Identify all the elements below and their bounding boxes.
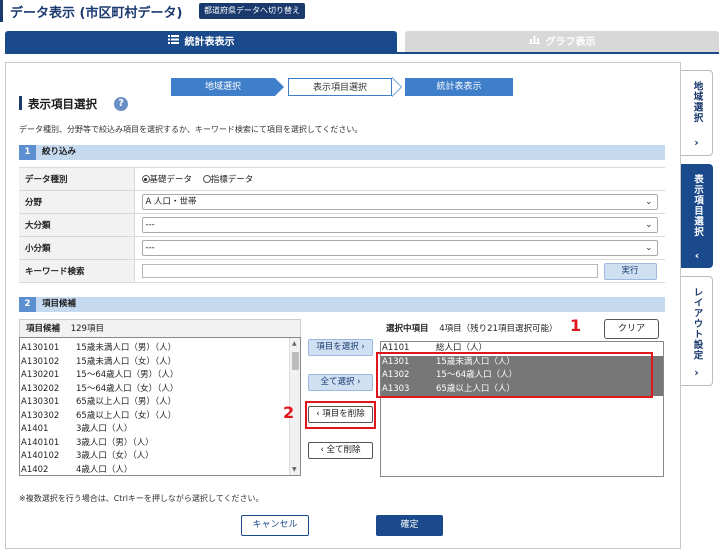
minor-category-select[interactable]: --- ⌄ — [141, 240, 658, 256]
side-tab-region[interactable]: 地域選択 › — [681, 70, 713, 156]
major-category-label: 大分類 — [19, 213, 135, 237]
side-tab-layout[interactable]: レイアウト設定 › — [681, 276, 713, 386]
section-description: データ種別、分野等で絞込み項目を選択するか、キーワード検索にて項目を選択してくだ… — [19, 125, 363, 134]
remove-all-button[interactable]: ‹ 全て削除 — [308, 442, 373, 459]
scroll-thumb[interactable] — [292, 352, 299, 370]
major-category-select[interactable]: --- ⌄ — [141, 217, 658, 233]
add-item-button[interactable]: 項目を選択 › — [308, 339, 373, 356]
chevron-down-icon: ⌄ — [644, 197, 653, 207]
list-item[interactable]: A1401 3歳人口（人） — [20, 423, 300, 437]
chevron-right-icon: › — [694, 366, 699, 379]
list-item[interactable]: A140101 3歳人口（男）（人） — [20, 437, 300, 451]
step-arrow — [275, 78, 284, 96]
data-type-options: 基礎データ 指標データ — [134, 167, 665, 191]
filter-title: 絞り込み — [42, 147, 77, 157]
title-accent-bar — [0, 0, 3, 22]
list-icon — [167, 31, 179, 53]
candidate-count: 129項目 — [70, 324, 104, 334]
candidates-title: 項目候補 — [42, 299, 77, 309]
scroll-down-icon[interactable]: ▼ — [292, 466, 297, 473]
page-title: データ表示 (市区町村データ) — [10, 6, 183, 21]
candidates-header: 2 項目候補 — [19, 297, 665, 312]
radio-basic[interactable] — [141, 175, 150, 183]
section-title: 表示項目選択 — [28, 97, 97, 111]
selected-list-title: 選択中項目 — [386, 324, 429, 334]
step-region: 地域選択 — [171, 78, 275, 96]
tab-graph[interactable]: グラフ表示 — [405, 31, 719, 53]
bar-chart-icon — [528, 31, 540, 53]
minor-category-label: 小分類 — [19, 236, 135, 260]
switch-prefecture-button[interactable]: 都道府県データへ切り替え — [199, 3, 305, 19]
tab-table[interactable]: 統計表表示 — [5, 31, 397, 53]
list-item[interactable]: A130301 65歳以上人口（男）（人） — [20, 396, 300, 410]
chevron-down-icon: ⌄ — [644, 243, 653, 253]
side-tab-region-label: 地域選択 — [691, 81, 703, 123]
cancel-button[interactable]: キャンセル — [241, 515, 309, 536]
chevron-down-icon: ⌄ — [644, 220, 653, 230]
highlight-selected-items — [376, 352, 653, 398]
radio-index[interactable] — [202, 175, 211, 183]
candidate-list-title: 項目候補 — [26, 324, 61, 334]
keyword-input[interactable] — [141, 264, 598, 278]
keyword-label: キーワード検索 — [19, 259, 135, 283]
candidate-list[interactable]: A130101 15歳未満人口（男）（人） A130102 15歳未満人口（女）（人… — [19, 337, 301, 476]
tab-underline — [5, 52, 719, 54]
major-select-value: --- — [145, 220, 155, 230]
minor-select-value: --- — [145, 243, 155, 253]
list-item[interactable]: A140102 3歳人口（女）（人） — [20, 450, 300, 464]
filter-number: 1 — [19, 145, 36, 160]
data-type-label: データ種別 — [19, 167, 135, 191]
tab-table-label: 統計表表示 — [184, 37, 235, 48]
step-table: 統計表表示 — [405, 78, 513, 96]
list-item[interactable]: A130102 15歳未満人口（女）（人） — [20, 356, 300, 370]
clear-button[interactable]: クリア — [604, 319, 659, 339]
field-select-value: A 人口・世帯 — [145, 197, 197, 207]
list-item[interactable]: A1402 4歳人口（人） — [20, 464, 300, 476]
list-item[interactable]: A130302 65歳以上人口（女）（人） — [20, 410, 300, 424]
footer-note: ※複数選択を行う場合は、Ctrlキーを押しながら選択してください。 — [19, 494, 264, 503]
radio-index-label[interactable]: 指標データ — [211, 175, 254, 185]
chevron-left-icon: ‹ — [694, 249, 700, 262]
add-all-button[interactable]: 全て選択 › — [308, 374, 373, 391]
filter-table: データ種別 基礎データ 指標データ 分野 A 人口・世帯 ⌄ 大分類 --- ⌄… — [19, 167, 665, 283]
section-accent-bar — [19, 96, 22, 110]
field-label: 分野 — [19, 190, 135, 214]
field-select[interactable]: A 人口・世帯 ⌄ — [141, 194, 658, 210]
list-item[interactable]: A130101 15歳未満人口（男）（人） — [20, 342, 300, 356]
execute-button[interactable]: 実行 — [603, 262, 657, 280]
chevron-right-icon: › — [694, 136, 699, 149]
radio-basic-label[interactable]: 基礎データ — [150, 175, 193, 185]
side-tab-layout-label: レイアウト設定 — [691, 287, 703, 361]
candidate-list-header: 項目候補 129項目 — [19, 319, 301, 337]
step-items: 表示項目選択 — [288, 78, 392, 96]
selected-count: 4項目（残り21項目選択可能） — [439, 324, 558, 334]
list-item[interactable]: A130202 15～64歳人口（女）（人） — [20, 383, 300, 397]
confirm-button[interactable]: 確定 — [376, 515, 443, 536]
side-tab-items-label: 表示項目選択 — [692, 174, 703, 237]
annotation-number-1: 1 — [570, 316, 582, 335]
tab-graph-label: グラフ表示 — [545, 37, 596, 48]
side-tab-items[interactable]: 表示項目選択 ‹ — [681, 164, 713, 268]
filter-header: 1 絞り込み — [19, 145, 665, 160]
help-icon[interactable]: ? — [114, 97, 128, 111]
candidates-number: 2 — [19, 297, 36, 312]
highlight-remove-button — [305, 401, 376, 429]
list-item[interactable]: A130201 15～64歳人口（男）（人） — [20, 369, 300, 383]
step-arrow — [392, 78, 401, 96]
annotation-number-2: 2 — [283, 403, 295, 422]
scroll-up-icon[interactable]: ▲ — [292, 340, 297, 347]
